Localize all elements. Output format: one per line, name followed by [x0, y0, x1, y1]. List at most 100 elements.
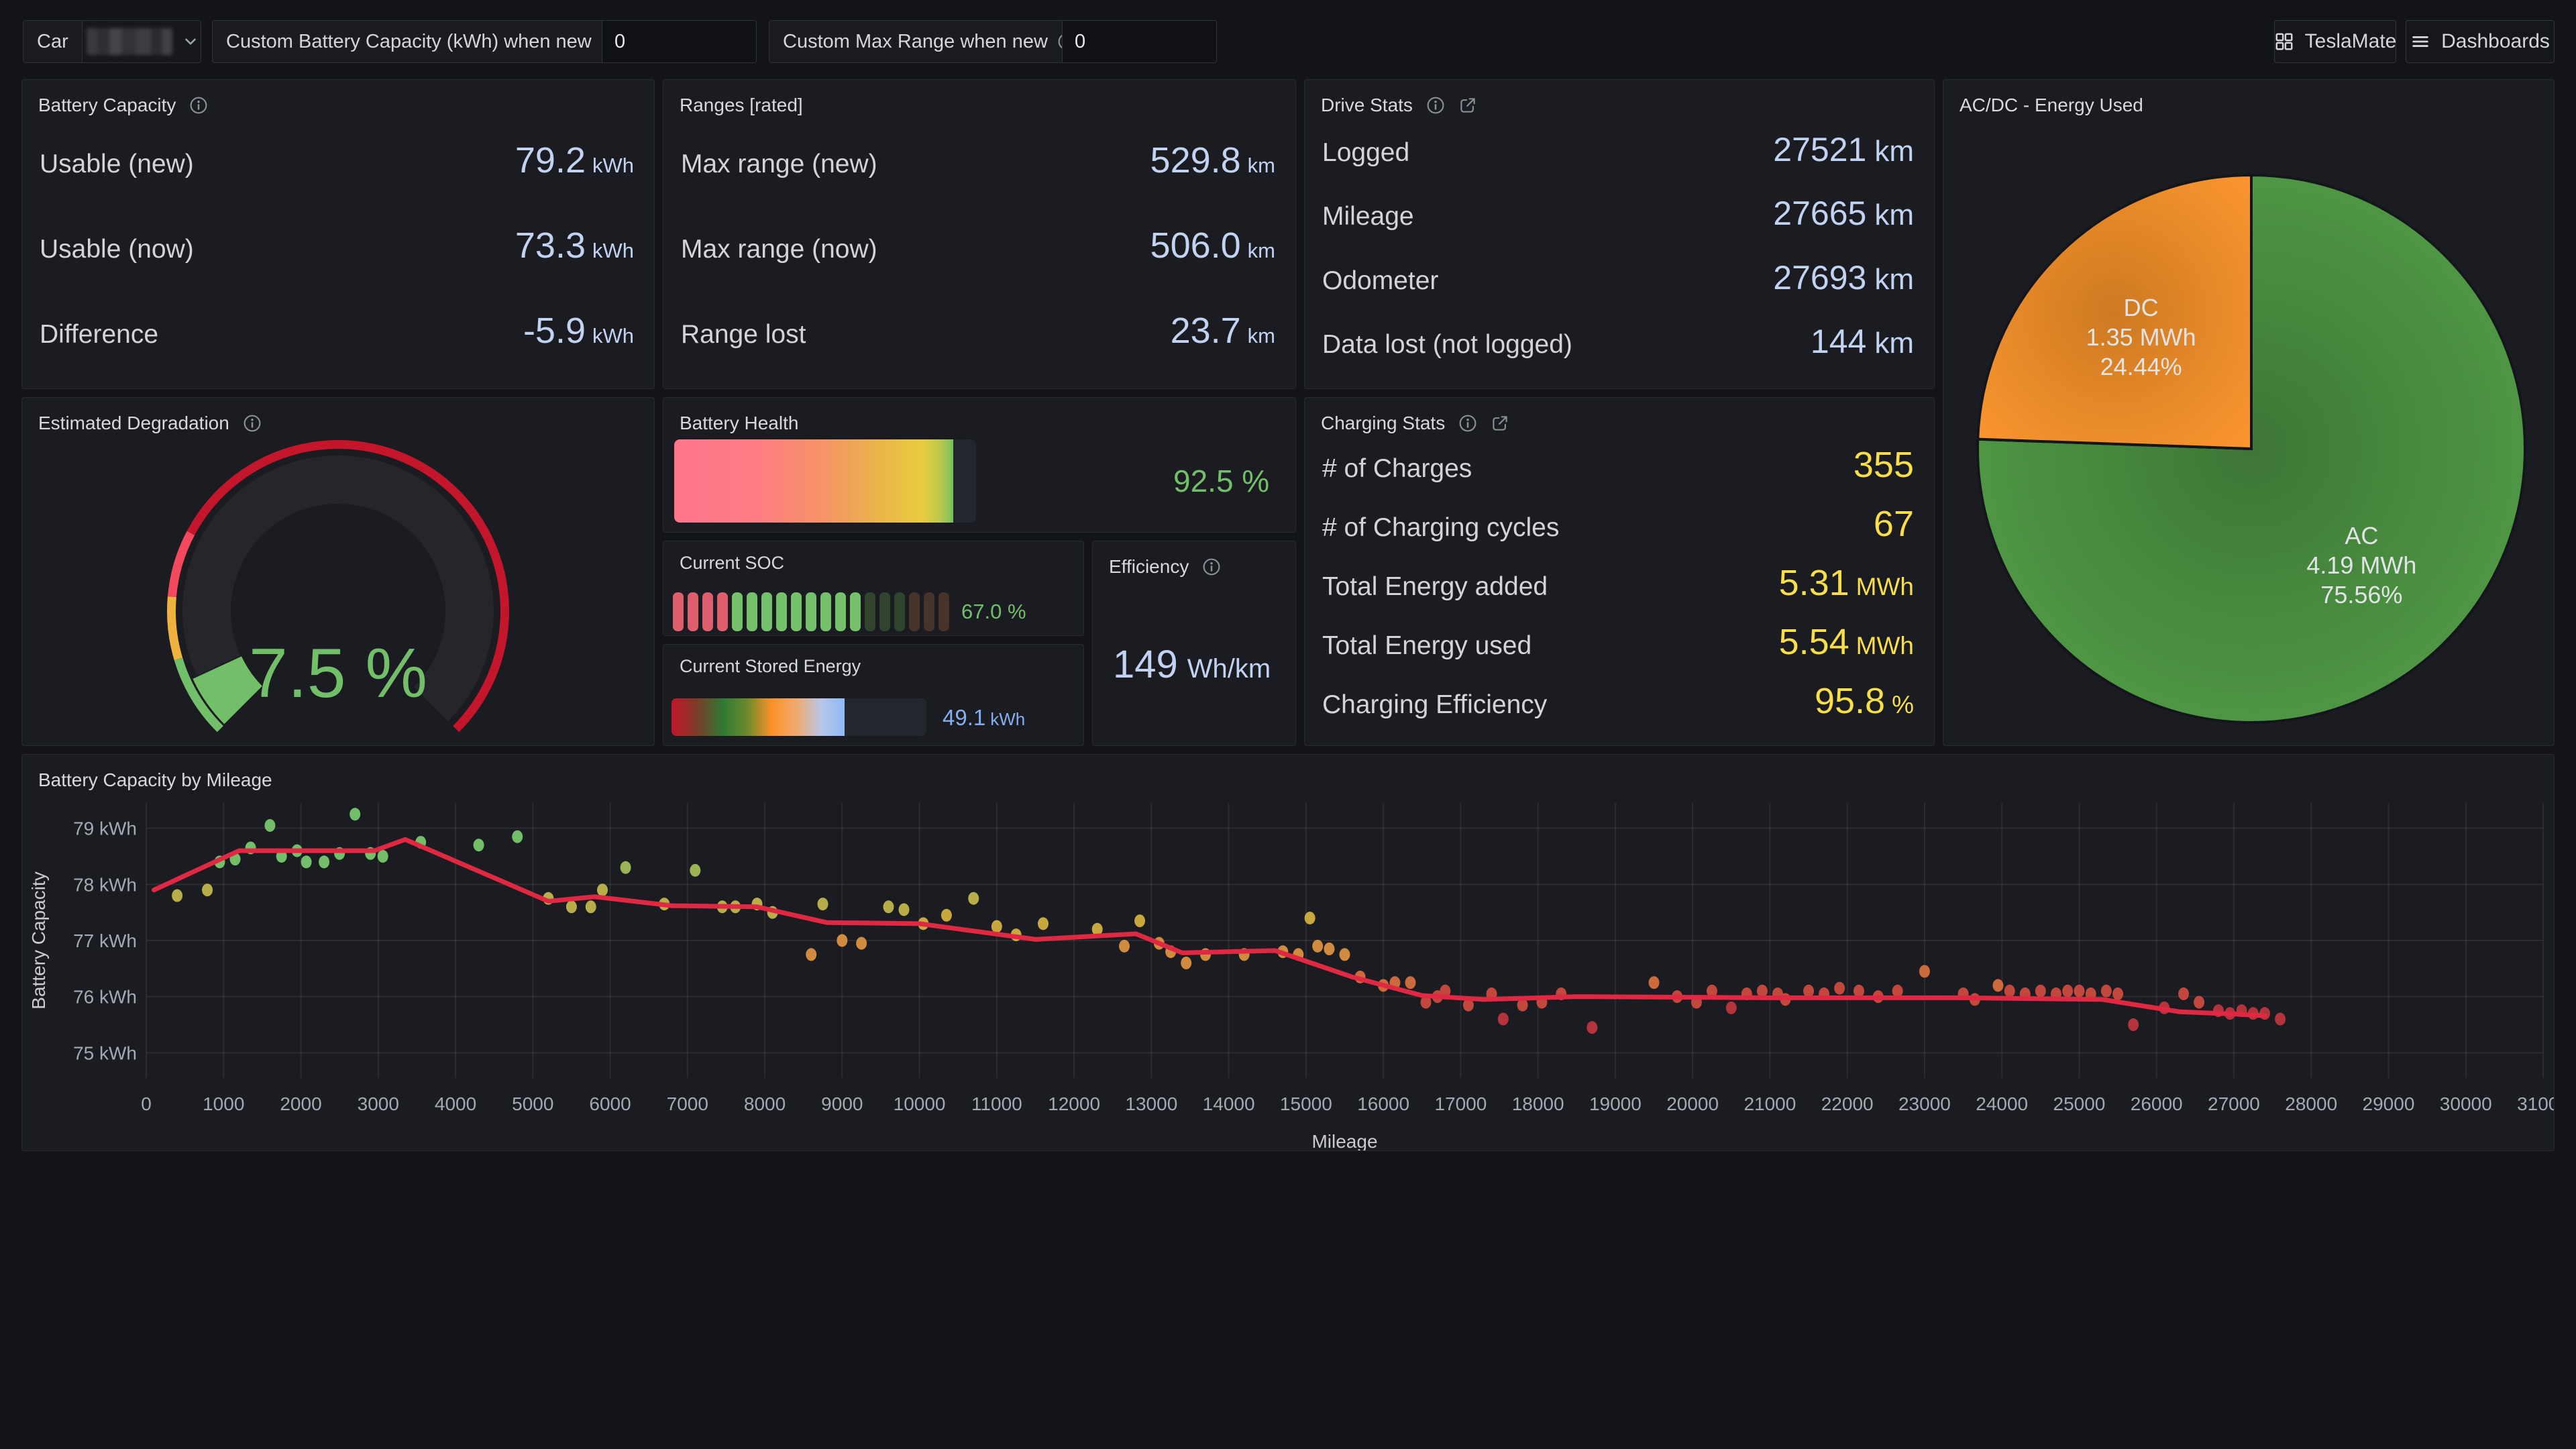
x-tick-label: 12000	[1048, 1093, 1100, 1114]
stat-value: 355	[1854, 444, 1914, 486]
x-tick-label: 1000	[203, 1093, 244, 1114]
stat-value: 67	[1874, 503, 1914, 545]
x-tick-label: 4000	[435, 1093, 476, 1114]
scatter-point	[512, 830, 523, 843]
stat-label: # of Charges	[1322, 454, 1472, 484]
stat-label: Max range (new)	[681, 150, 877, 179]
panel-title[interactable]: Efficiency	[1093, 541, 1295, 586]
custom-max-range-input[interactable]: 0	[1062, 21, 1216, 62]
scatter-point	[301, 855, 312, 868]
stat-label: Difference	[40, 320, 158, 350]
panel-charging-stats: Charging Stats # of Charges355# of Charg…	[1304, 397, 1935, 746]
x-axis-title: Mileage	[1311, 1131, 1377, 1150]
panel-title[interactable]: Current Stored Energy	[663, 645, 1083, 681]
soc-segment-lit-green	[791, 592, 802, 631]
x-tick-label: 30000	[2440, 1093, 2492, 1114]
scatter-point	[968, 892, 979, 905]
scatter-point	[2035, 985, 2046, 998]
external-link-icon[interactable]	[1491, 414, 1509, 433]
panel-current-soc: Current SOC 67.0 %	[663, 541, 1084, 636]
soc-segment-dim-red	[909, 592, 920, 631]
capacity-mileage-chart[interactable]: 0100020003000400050006000700080009000100…	[22, 790, 2554, 1150]
scatter-point	[2275, 1013, 2286, 1026]
panel-title[interactable]: Battery Health	[663, 398, 1295, 442]
scatter-point	[991, 920, 1002, 933]
scatter-point	[1312, 940, 1323, 953]
panel-battery-capacity: Battery Capacity Usable (new)79.2kWhUsab…	[21, 79, 655, 389]
scatter-point	[1305, 912, 1316, 924]
info-icon[interactable]	[189, 96, 208, 115]
x-tick-label: 16000	[1357, 1093, 1409, 1114]
x-tick-label: 6000	[589, 1093, 631, 1114]
scatter-point	[2074, 985, 2084, 998]
panel-battery-capacity-by-mileage: Battery Capacity by Mileage 010002000300…	[21, 754, 2555, 1151]
soc-segment-lit-red	[702, 592, 713, 631]
y-tick-label: 75 kWh	[73, 1042, 137, 1063]
scatter-point	[818, 898, 828, 910]
x-tick-label: 17000	[1434, 1093, 1487, 1114]
scatter-point	[1587, 1021, 1597, 1034]
soc-segment-lit-green	[761, 592, 772, 631]
stat-row: Total Energy added5.31MWh	[1322, 562, 1914, 604]
efficiency-value: 149 Wh/km	[1113, 642, 1271, 687]
custom-battery-capacity-input[interactable]: 0	[602, 21, 756, 62]
x-tick-label: 3000	[358, 1093, 399, 1114]
scatter-point	[2062, 985, 2073, 998]
scatter-point	[319, 855, 329, 868]
stat-row: Usable (now)73.3kWh	[40, 225, 634, 266]
panel-efficiency: Efficiency 149 Wh/km	[1092, 541, 1296, 746]
stored-energy-value: 49.1 kWh	[943, 698, 1025, 736]
x-tick-label: 11000	[971, 1093, 1022, 1114]
dashboards-button-label: Dashboards	[2441, 30, 2550, 53]
info-icon[interactable]	[1426, 96, 1445, 115]
x-tick-label: 8000	[744, 1093, 786, 1114]
scatter-point	[621, 861, 631, 874]
teslamate-button[interactable]: TeslaMate	[2274, 20, 2396, 63]
y-tick-label: 79 kWh	[73, 818, 137, 839]
car-variable-value[interactable]	[82, 21, 201, 62]
ranges-rows: Max range (new)529.8km Max range (now)506…	[681, 117, 1275, 374]
stat-label: Data lost (not logged)	[1322, 330, 1572, 360]
soc-segment-lit-green	[732, 592, 743, 631]
car-name-redacted	[87, 28, 172, 55]
stat-label: Range lost	[681, 320, 806, 350]
scatter-point	[1119, 940, 1130, 953]
x-tick-label: 20000	[1666, 1093, 1719, 1114]
acdc-pie-chart[interactable]: AC4.19 MWh75.56%DC1.35 MWh24.44%	[1943, 117, 2554, 745]
panel-title[interactable]: Current SOC	[663, 541, 1083, 578]
scatter-point	[2178, 987, 2189, 1000]
pie-slice-dc[interactable]	[1978, 175, 2251, 449]
stat-row: Max range (now)506.0km	[681, 225, 1275, 266]
stat-value: -5.9kWh	[523, 310, 634, 352]
stat-value: 79.2kWh	[515, 140, 634, 181]
stat-row: Max range (new)529.8km	[681, 140, 1275, 181]
x-tick-label: 5000	[512, 1093, 553, 1114]
stat-label: Total Energy added	[1322, 572, 1548, 602]
x-tick-label: 31000	[2517, 1093, 2554, 1114]
scatter-point	[1324, 943, 1334, 955]
stat-value: 144km	[1811, 322, 1914, 361]
stat-label: Max range (now)	[681, 235, 877, 264]
custom-max-range-control: Custom Max Range when new 0	[769, 20, 1217, 63]
scatter-point	[899, 903, 910, 916]
scatter-point	[837, 934, 847, 947]
car-variable-select[interactable]: Car	[23, 20, 201, 63]
dashboards-button[interactable]: Dashboards	[2406, 20, 2555, 63]
x-tick-label: 0	[141, 1093, 152, 1114]
info-icon[interactable]	[1202, 557, 1221, 576]
stat-label: Charging Efficiency	[1322, 690, 1547, 720]
x-tick-label: 27000	[2208, 1093, 2260, 1114]
soc-segment-dim-red	[924, 592, 934, 631]
x-tick-label: 28000	[2285, 1093, 2337, 1114]
stored-energy-bar-fill	[672, 698, 845, 736]
stat-row: Data lost (not logged) 144km	[1322, 322, 1914, 361]
scatter-point	[1726, 1002, 1737, 1014]
stat-label: # of Charging cycles	[1322, 513, 1559, 543]
scatter-point	[1405, 976, 1415, 989]
stat-row: Logged27521km	[1322, 130, 1914, 169]
custom-battery-capacity-control: Custom Battery Capacity (kWh) when new 0	[212, 20, 757, 63]
degradation-gauge: 7.5 %	[22, 398, 654, 745]
apps-grid-icon	[2274, 32, 2294, 52]
info-icon[interactable]	[1458, 414, 1477, 433]
external-link-icon[interactable]	[1458, 96, 1477, 115]
